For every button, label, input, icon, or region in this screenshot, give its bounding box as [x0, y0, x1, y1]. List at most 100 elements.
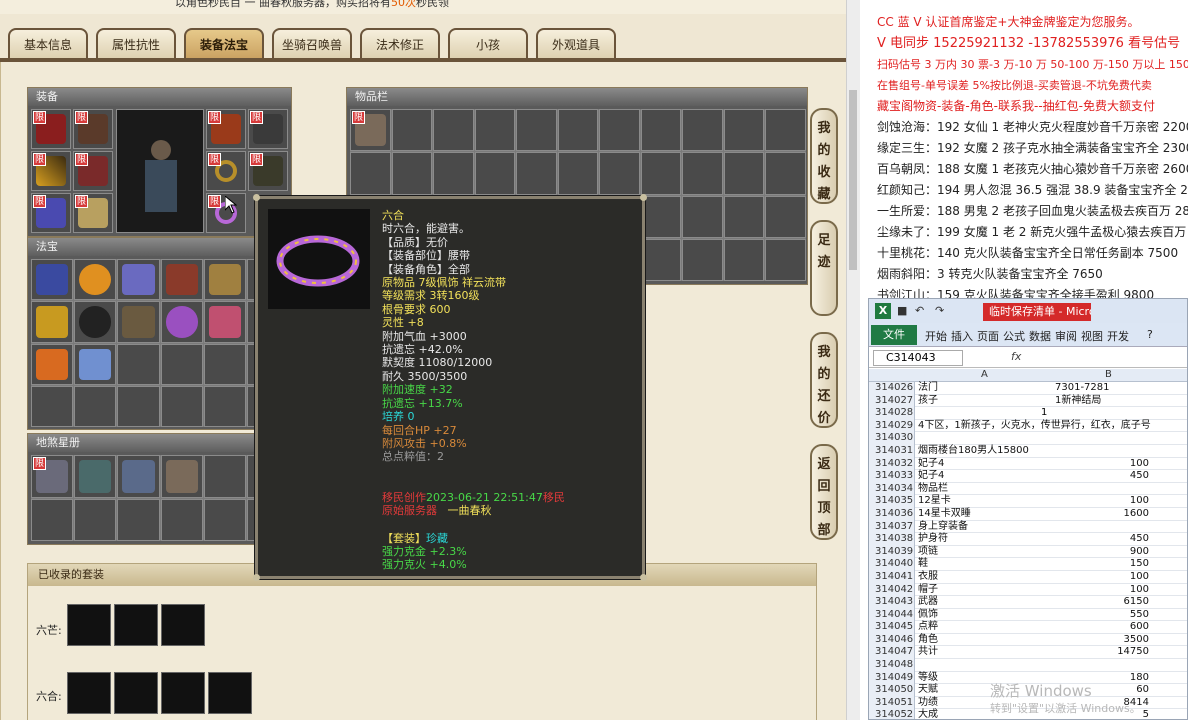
save-icon[interactable]: ■: [897, 304, 907, 317]
star-slot[interactable]: 限: [31, 455, 74, 498]
cell-a[interactable]: 妃子4: [918, 458, 1051, 471]
inventory-slot[interactable]: [723, 152, 765, 195]
cell-b[interactable]: 100: [1055, 584, 1149, 597]
sheet-row[interactable]: 314044 佩饰 550: [869, 608, 1187, 622]
row-number[interactable]: 314052: [869, 709, 915, 719]
row-number[interactable]: 314034: [869, 482, 915, 496]
equip-slot[interactable]: 限: [248, 109, 288, 149]
file-tab[interactable]: 文件: [871, 325, 917, 345]
star-slot[interactable]: [117, 455, 160, 498]
sheet-row[interactable]: 314026 法门 7301-7281: [869, 382, 1187, 395]
row-number[interactable]: 314045: [869, 621, 915, 634]
sheet-row[interactable]: 314047 共计 14750: [869, 646, 1187, 660]
set-item-icon[interactable]: [161, 604, 205, 646]
sheet-row[interactable]: 314038 护身符 450: [869, 533, 1187, 546]
inventory-slot[interactable]: [682, 238, 723, 281]
equip-slot[interactable]: 限: [248, 151, 288, 191]
sheet-row[interactable]: 314035 12星卡 100: [869, 495, 1187, 508]
inventory-slot[interactable]: [765, 152, 806, 195]
set-item-icon[interactable]: [161, 672, 205, 714]
equip-slot[interactable]: 限: [206, 109, 246, 149]
inventory-slot[interactable]: [640, 109, 682, 152]
inventory-slot[interactable]: [516, 152, 557, 195]
row-number[interactable]: 314032: [869, 457, 915, 471]
row-number[interactable]: 314050: [869, 684, 915, 697]
row-number[interactable]: 314033: [869, 470, 915, 483]
star-slot[interactable]: [74, 498, 117, 541]
cell-b[interactable]: 600: [1055, 621, 1149, 634]
ribbon-tab[interactable]: 插入: [951, 328, 973, 344]
row-number[interactable]: 314040: [869, 558, 915, 571]
inventory-slot[interactable]: [516, 109, 557, 152]
ribbon-tab[interactable]: 开始: [925, 328, 947, 344]
fabao-slot[interactable]: [160, 385, 203, 427]
cell-b[interactable]: 100: [1055, 571, 1149, 584]
star-slot[interactable]: [74, 455, 117, 498]
cell-a[interactable]: 孩子: [918, 395, 1051, 408]
row-number[interactable]: 314044: [869, 608, 915, 622]
ribbon-tab[interactable]: 开发: [1107, 328, 1129, 344]
sheet-row[interactable]: 314040 鞋 150: [869, 558, 1187, 571]
fabao-slot[interactable]: [117, 259, 160, 301]
inventory-slot[interactable]: [350, 152, 391, 195]
ribbon-tab[interactable]: 公式: [1003, 328, 1025, 344]
cell-a[interactable]: 武器: [918, 596, 1051, 609]
sheet-row[interactable]: 314048: [869, 659, 1187, 672]
tab-mount-summon[interactable]: 坐骑召唤兽: [272, 28, 352, 60]
sheet-row[interactable]: 314030: [869, 432, 1187, 445]
sheet-row[interactable]: 314039 项链 900: [869, 545, 1187, 559]
footprint-button[interactable]: 足迹: [810, 220, 838, 316]
fabao-slot[interactable]: [74, 343, 117, 385]
ribbon-tab[interactable]: 数据: [1029, 328, 1051, 344]
row-number[interactable]: 314048: [869, 659, 915, 672]
sheet-row[interactable]: 314031 烟雨楼台180男人15800: [869, 444, 1187, 458]
cell-a[interactable]: 角色: [918, 634, 1051, 647]
inventory-slot[interactable]: [599, 152, 640, 195]
row-number[interactable]: 314029: [869, 419, 915, 433]
cell-a[interactable]: 物品栏: [918, 483, 1051, 496]
inventory-slot[interactable]: [682, 109, 723, 152]
cell-b[interactable]: 450: [1055, 470, 1149, 483]
star-slot[interactable]: [117, 498, 160, 541]
cell-b[interactable]: 550: [1055, 609, 1149, 622]
star-slot[interactable]: [160, 455, 203, 498]
sheet-row[interactable]: 314032 妃子4 100: [869, 457, 1187, 471]
redo-icon[interactable]: ↷: [935, 304, 944, 317]
equip-slot[interactable]: 限: [73, 109, 113, 149]
inventory-slot[interactable]: [682, 195, 723, 238]
cell-a[interactable]: 帽子: [918, 584, 1051, 597]
fabao-slot[interactable]: [160, 301, 203, 343]
set-item-icon[interactable]: [114, 672, 158, 714]
row-number[interactable]: 314031: [869, 444, 915, 458]
fabao-slot[interactable]: [117, 343, 160, 385]
row-number[interactable]: 314035: [869, 495, 915, 508]
fabao-slot[interactable]: [74, 259, 117, 301]
cell-b[interactable]: 1新神结局: [1055, 395, 1149, 408]
inventory-slot[interactable]: [723, 238, 765, 281]
fabao-slot[interactable]: [31, 259, 74, 301]
fabao-slot[interactable]: [31, 385, 74, 427]
cell-a[interactable]: 共计: [918, 646, 1051, 659]
inventory-slot[interactable]: 限: [350, 109, 391, 152]
inventory-slot[interactable]: [391, 152, 433, 195]
cell-a-value[interactable]: 1: [1041, 407, 1047, 420]
row-number[interactable]: 314027: [869, 394, 915, 408]
fabao-slot[interactable]: [160, 343, 203, 385]
star-slot[interactable]: [203, 455, 246, 498]
fabao-slot[interactable]: [203, 385, 246, 427]
row-number[interactable]: 314030: [869, 432, 915, 445]
sheet-row[interactable]: 314034 物品栏: [869, 482, 1187, 496]
ribbon-tab[interactable]: 审阅: [1055, 328, 1077, 344]
name-box[interactable]: C314043: [873, 350, 963, 366]
column-a-header[interactable]: A: [981, 369, 988, 380]
cell-a[interactable]: 烟雨楼台180男人15800: [918, 445, 1051, 458]
sheet-row[interactable]: 314045 点粹 600: [869, 621, 1187, 634]
row-number[interactable]: 314049: [869, 671, 915, 685]
ribbon-tab[interactable]: 视图: [1081, 328, 1103, 344]
fx-icon[interactable]: fx: [1011, 350, 1021, 363]
cell-a[interactable]: 项链: [918, 546, 1051, 559]
cell-b[interactable]: 100: [1055, 495, 1149, 508]
inventory-slot[interactable]: [433, 109, 474, 152]
row-number[interactable]: 314037: [869, 520, 915, 534]
inventory-slot[interactable]: [640, 152, 682, 195]
